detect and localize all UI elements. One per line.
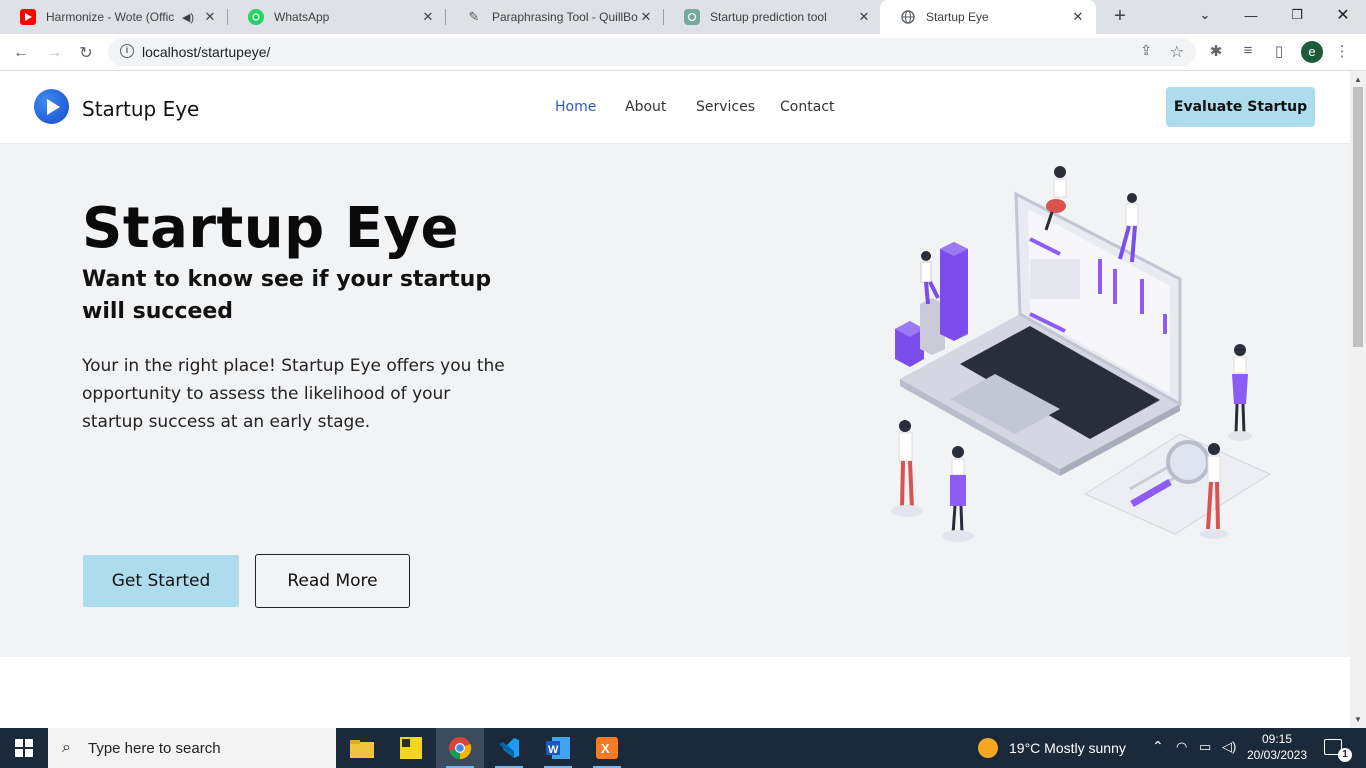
chrome-icon[interactable] [436,728,484,768]
new-tab-button[interactable]: + [1108,4,1132,28]
tab-startup-prediction[interactable]: Startup prediction tool ✕ [664,0,882,34]
hero-illustration [891,166,1272,542]
url-text[interactable]: localhost/startupeye/ [142,44,270,60]
tab-bar: Harmonize - Wote (Offic ◀) ✕ WhatsApp ✕ … [0,0,1366,34]
page-viewport: Startup Eye Home About Services Contact … [0,71,1350,728]
speaker-icon[interactable]: ◀) [182,11,194,24]
page-scrollbar[interactable]: ▲ ▼ [1350,71,1366,728]
network-icon[interactable]: ◠ [1176,739,1187,755]
nav-contact[interactable]: Contact [780,99,834,115]
tab-title: WhatsApp [274,10,330,24]
word-icon[interactable]: W [534,728,582,768]
menu-icon[interactable]: ⋮ [1331,42,1353,64]
tab-title: Paraphrasing Tool - QuillBot A [492,10,638,24]
search-icon: ⌕ [62,739,71,756]
file-explorer-icon[interactable] [338,728,386,768]
tab-youtube[interactable]: Harmonize - Wote (Offic ◀) ✕ [0,0,228,34]
tab-quillbot[interactable]: ✎ Paraphrasing Tool - QuillBot A ✕ [446,0,664,34]
xampp-icon[interactable]: X [583,728,631,768]
windows-start-icon[interactable] [0,728,48,768]
extensions-icon[interactable]: ✱ [1205,42,1227,64]
close-window-button[interactable]: ✕ [1320,0,1366,30]
logo-icon[interactable] [34,89,69,124]
reload-icon[interactable]: ↻ [73,40,99,66]
reading-list-icon[interactable]: ≡ [1237,42,1259,64]
share-icon[interactable]: ⇪ [1140,42,1152,59]
read-more-button[interactable]: Read More [255,554,410,608]
weather-text[interactable]: 19°C Mostly sunny [1009,740,1126,756]
hero-description: Your in the right place! Startup Eye off… [82,356,505,432]
close-tab-icon[interactable]: ✕ [420,9,436,25]
profile-avatar[interactable]: e [1301,41,1323,63]
search-placeholder: Type here to search [88,739,221,757]
battery-icon[interactable]: ▭ [1199,739,1211,755]
tab-title: Startup prediction tool [710,10,827,24]
evaluate-startup-button[interactable]: Evaluate Startup [1166,87,1315,127]
close-tab-icon[interactable]: ✕ [638,9,654,25]
taskbar-search-field[interactable]: ⌕ Type here to search [48,728,336,768]
show-hidden-icons-chevron-icon[interactable]: ⌃ [1152,738,1164,755]
restore-button[interactable]: ❐ [1274,0,1320,30]
tab-title: Harmonize - Wote (Offic [46,10,174,24]
vscode-icon[interactable] [485,728,533,768]
nav-home[interactable]: Home [555,99,596,115]
tab-startup-eye[interactable]: Startup Eye ✕ [880,0,1096,34]
forward-arrow-icon[interactable]: → [41,40,67,66]
taskbar-clock[interactable]: 09:15 20/03/2023 [1244,731,1310,763]
close-tab-icon[interactable]: ✕ [1070,9,1086,25]
side-panel-icon[interactable]: ▯ [1268,42,1290,64]
minimize-button[interactable]: — [1228,0,1274,30]
volume-icon[interactable]: ◁) [1222,739,1236,755]
svg-text:W: W [548,744,559,756]
info-icon[interactable]: i [120,44,134,58]
clock-date: 20/03/2023 [1246,748,1308,762]
globe-icon [900,9,916,25]
quillbot-icon: ✎ [468,9,480,24]
nav-services[interactable]: Services [696,99,755,115]
close-tab-icon[interactable]: ✕ [202,9,218,25]
site-header: Startup Eye Home About Services Contact … [0,71,1350,144]
chatgpt-icon [684,9,700,25]
scroll-down-arrow-icon[interactable]: ▼ [1354,715,1362,724]
hero-subtitle: Want to know see if your startup will su… [82,267,492,324]
whatsapp-icon [248,9,264,25]
weather-icon[interactable] [978,738,998,758]
svg-text:X: X [601,741,610,756]
close-tab-icon[interactable]: ✕ [856,9,872,25]
scroll-up-arrow-icon[interactable]: ▲ [1354,75,1362,84]
browser-toolbar: ← → ↻ i localhost/startupeye/ ⇪ ☆ ✱ ≡ ▯ … [0,34,1366,71]
get-started-button[interactable]: Get Started [83,555,239,607]
tab-title: Startup Eye [926,10,989,24]
nav-about[interactable]: About [625,99,666,115]
notifications-count: 1 [1338,748,1352,762]
brand-name[interactable]: Startup Eye [82,97,199,121]
tab-search-icon[interactable]: ⌄ [1182,0,1228,30]
sticky-notes-icon[interactable] [387,728,435,768]
hero-section: Startup Eye Want to know see if your sta… [0,144,1350,657]
address-bar[interactable]: i localhost/startupeye/ ⇪ ☆ [108,38,1196,66]
scrollbar-thumb[interactable] [1353,87,1363,347]
tab-whatsapp[interactable]: WhatsApp ✕ [228,0,446,34]
youtube-icon [20,9,36,25]
windows-taskbar: ⌕ Type here to search W X 19°C Mostly su… [0,728,1366,768]
bookmark-star-icon[interactable]: ☆ [1170,42,1184,62]
back-arrow-icon[interactable]: ← [8,40,34,66]
clock-time: 09:15 [1261,732,1293,746]
hero-title: Startup Eye [82,196,459,261]
